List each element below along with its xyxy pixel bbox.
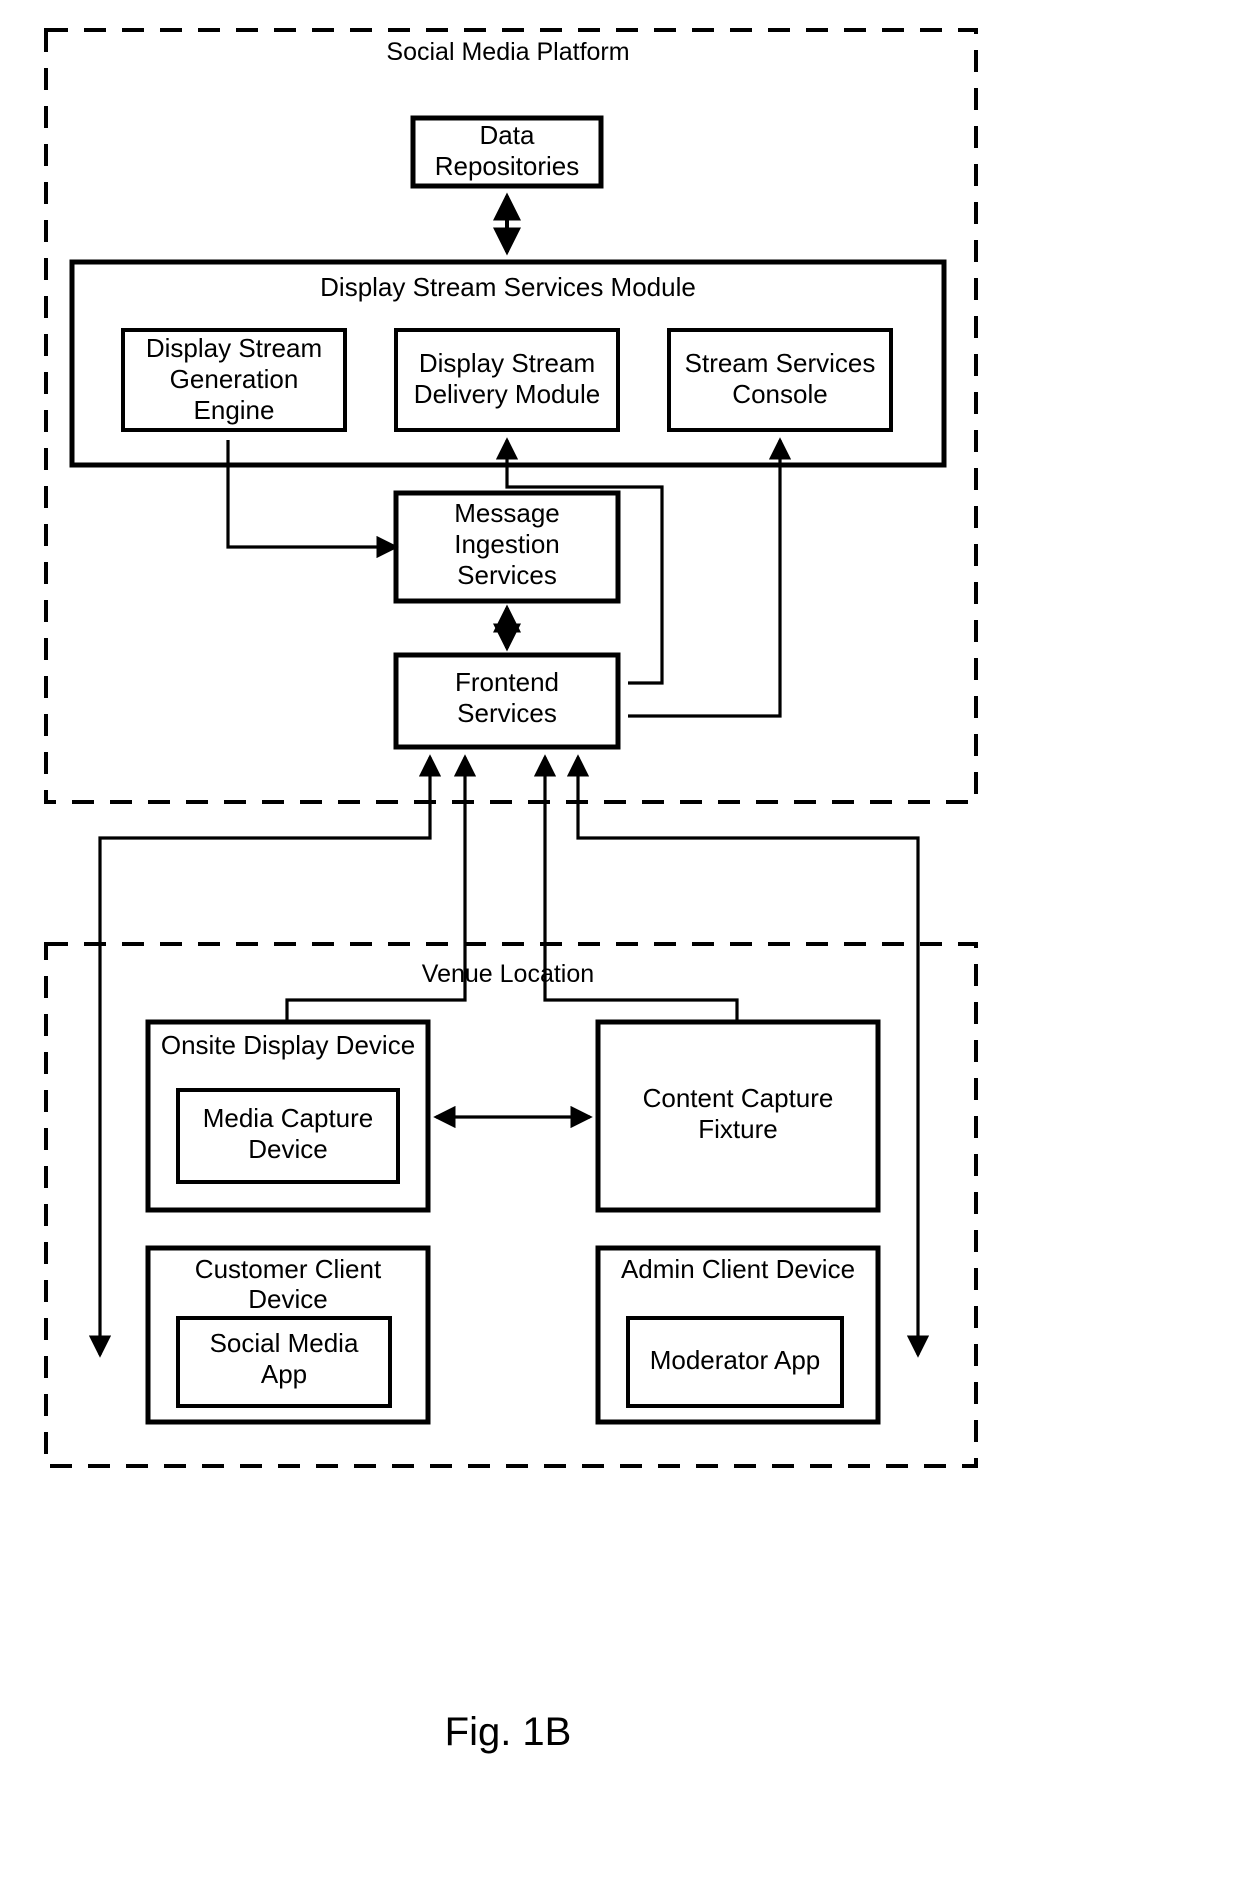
data-repositories-line2: Repositories xyxy=(435,151,580,181)
admin-client-device-label: Admin Client Device xyxy=(621,1254,855,1284)
moderator-app-line1: Moderator App xyxy=(650,1345,821,1375)
figure-page: Social Media Platform Data Repositories … xyxy=(0,0,1240,1899)
frontend-services-line2: Services xyxy=(457,698,557,728)
content-capture-fixture-line1: Content Capture xyxy=(643,1083,834,1113)
display-stream-delivery-module-line1: Display Stream xyxy=(419,348,595,378)
social-media-app-line1: Social Media xyxy=(210,1328,359,1358)
message-ingestion-services-line2: Ingestion xyxy=(454,529,560,559)
social-media-platform-title: Social Media Platform xyxy=(386,38,629,66)
stream-services-console-line1: Stream Services xyxy=(685,348,876,378)
customer-client-device-line1: Customer Client xyxy=(195,1254,382,1284)
data-repositories-line1: Data xyxy=(480,120,535,150)
figure-caption: Fig. 1B xyxy=(445,1710,572,1754)
venue-location-title: Venue Location xyxy=(422,960,594,988)
message-ingestion-services-line1: Message xyxy=(454,498,560,528)
customer-client-device-line2: Device xyxy=(248,1284,327,1314)
media-capture-device-line1: Media Capture xyxy=(203,1103,374,1133)
arrow-frontend-onsite-display xyxy=(275,754,477,1045)
arrow-console-frontend xyxy=(628,437,792,718)
display-stream-generation-engine-line2: Generation xyxy=(170,364,299,394)
block-diagram: Social Media Platform Data Repositories … xyxy=(44,28,978,1754)
stream-services-console-line2: Console xyxy=(732,379,827,409)
frontend-services-line1: Frontend xyxy=(455,667,559,697)
display-stream-generation-engine-line3: Engine xyxy=(194,395,275,425)
social-media-app-line2: App xyxy=(261,1359,307,1389)
message-ingestion-services-line3: Services xyxy=(457,560,557,590)
display-stream-generation-engine-line1: Display Stream xyxy=(146,333,322,363)
content-capture-fixture-line2: Fixture xyxy=(698,1114,777,1144)
media-capture-device-line2: Device xyxy=(248,1134,327,1164)
onsite-display-device-label: Onsite Display Device xyxy=(161,1030,415,1060)
display-stream-services-module-title: Display Stream Services Module xyxy=(320,272,696,302)
display-stream-delivery-module-line2: Delivery Module xyxy=(414,379,600,409)
arrow-frontend-content-capture xyxy=(533,754,749,1045)
